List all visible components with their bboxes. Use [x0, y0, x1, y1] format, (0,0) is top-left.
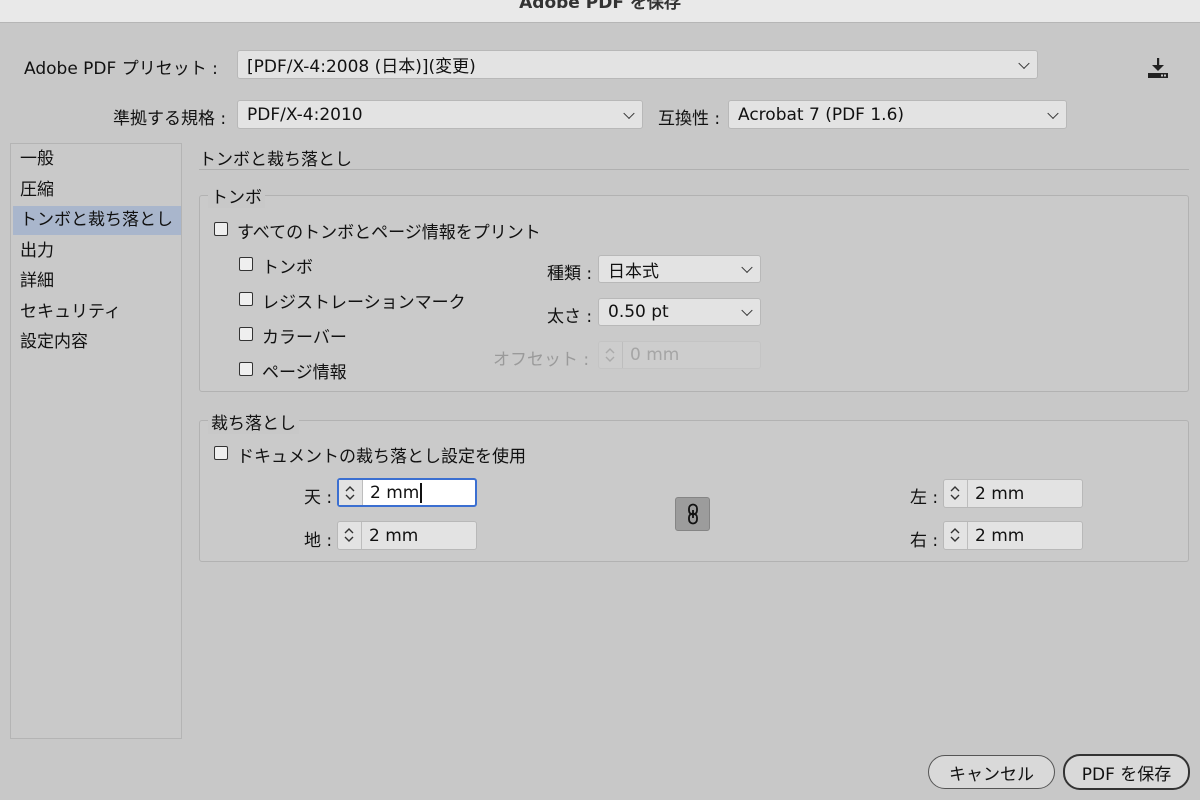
bleed-bottom-value: 2 mm: [369, 525, 419, 546]
sidebar-item-marks-and-bleeds[interactable]: トンボと裁ち落とし: [13, 206, 181, 235]
chevron-down-icon: [741, 304, 753, 317]
bleed-right-value: 2 mm: [975, 525, 1025, 546]
page-info-checkbox[interactable]: [239, 362, 253, 376]
offset-label: オフセット :: [493, 350, 590, 370]
page-info-label: ページ情報: [262, 363, 347, 383]
offset-value: 0 mm: [630, 345, 680, 365]
chain-link-icon: [688, 503, 698, 525]
stepper-arrows-icon[interactable]: [339, 480, 363, 505]
stepper-arrows-icon[interactable]: [944, 480, 968, 507]
all-marks-label: すべてのトンボとページ情報をプリント: [237, 223, 541, 243]
window-title: Adobe PDF を保存: [519, 0, 681, 13]
use-doc-bleed-label: ドキュメントの裁ち落とし設定を使用: [237, 447, 526, 467]
registration-marks-checkbox[interactable]: [239, 292, 253, 306]
bleed-left-value: 2 mm: [975, 483, 1025, 504]
chevron-down-icon: [623, 107, 635, 119]
chevron-down-icon: [1018, 57, 1030, 69]
chevron-down-icon: [741, 261, 753, 274]
bleed-left-stepper[interactable]: 2 mm: [943, 479, 1083, 508]
bleed-right-label: 右 :: [910, 531, 939, 551]
section-divider: [199, 169, 1189, 170]
compat-select[interactable]: Acrobat 7 (PDF 1.6): [728, 100, 1067, 129]
sidebar-item-compression[interactable]: 圧縮: [13, 176, 181, 205]
mark-type-label: 種類 :: [547, 264, 593, 284]
text-caret: [420, 482, 423, 503]
sidebar: 一般 圧縮 トンボと裁ち落とし 出力 詳細 セキュリティ 設定内容: [10, 143, 182, 739]
chevron-down-icon: [1047, 107, 1059, 119]
link-bleed-button[interactable]: [675, 497, 710, 531]
trim-marks-checkbox[interactable]: [239, 257, 253, 271]
use-doc-bleed-checkbox[interactable]: [214, 446, 228, 460]
sidebar-item-output[interactable]: 出力: [13, 237, 181, 266]
stepper-arrows-icon[interactable]: [944, 522, 968, 549]
bleed-top-label: 天 :: [304, 488, 333, 508]
standard-label: 準拠する規格 :: [113, 109, 227, 129]
bleed-group-legend: 裁ち落とし: [208, 409, 299, 434]
stepper-arrows-icon[interactable]: [338, 522, 362, 549]
sidebar-item-summary[interactable]: 設定内容: [13, 328, 181, 357]
save-pdf-button[interactable]: PDF を保存: [1063, 754, 1190, 790]
marks-group-legend: トンボ: [208, 183, 265, 208]
stepper-arrows-icon[interactable]: [599, 342, 623, 368]
preset-select[interactable]: [PDF/X-4:2008 (日本)](変更): [237, 50, 1038, 79]
sidebar-item-general[interactable]: 一般: [13, 145, 181, 174]
all-marks-checkbox[interactable]: [214, 222, 228, 236]
standard-select[interactable]: PDF/X-4:2010: [237, 100, 643, 129]
bleed-bottom-stepper[interactable]: 2 mm: [337, 521, 477, 550]
sidebar-item-advanced[interactable]: 詳細: [13, 267, 181, 296]
registration-marks-label: レジストレーションマーク: [262, 293, 466, 313]
bleed-left-label: 左 :: [910, 488, 939, 508]
color-bars-label: カラーバー: [262, 328, 347, 348]
mark-weight-label: 太さ :: [547, 307, 593, 327]
offset-stepper[interactable]: 0 mm: [598, 341, 761, 369]
compat-select-value: Acrobat 7 (PDF 1.6): [738, 104, 905, 125]
mark-type-value: 日本式: [608, 261, 659, 282]
compat-label: 互換性 :: [658, 109, 721, 129]
window-titlebar: Adobe PDF を保存: [0, 0, 1200, 23]
mark-weight-value: 0.50 pt: [608, 302, 669, 322]
section-title: トンボと裁ち落とし: [199, 150, 352, 170]
color-bars-checkbox[interactable]: [239, 327, 253, 341]
bleed-bottom-label: 地 :: [304, 531, 333, 551]
trim-marks-label: トンボ: [262, 258, 313, 278]
preset-label: Adobe PDF プリセット :: [24, 59, 218, 79]
preset-select-value: [PDF/X-4:2008 (日本)](変更): [247, 57, 476, 77]
bleed-right-stepper[interactable]: 2 mm: [943, 521, 1083, 550]
mark-type-select[interactable]: 日本式: [598, 255, 761, 283]
cancel-button[interactable]: キャンセル: [928, 755, 1055, 789]
bleed-top-stepper[interactable]: 2 mm: [337, 478, 477, 507]
save-preset-icon[interactable]: [1146, 56, 1170, 80]
standard-select-value: PDF/X-4:2010: [247, 104, 363, 125]
mark-weight-select[interactable]: 0.50 pt: [598, 298, 761, 326]
sidebar-item-security[interactable]: セキュリティ: [13, 298, 181, 327]
bleed-top-value: 2 mm: [370, 482, 420, 503]
